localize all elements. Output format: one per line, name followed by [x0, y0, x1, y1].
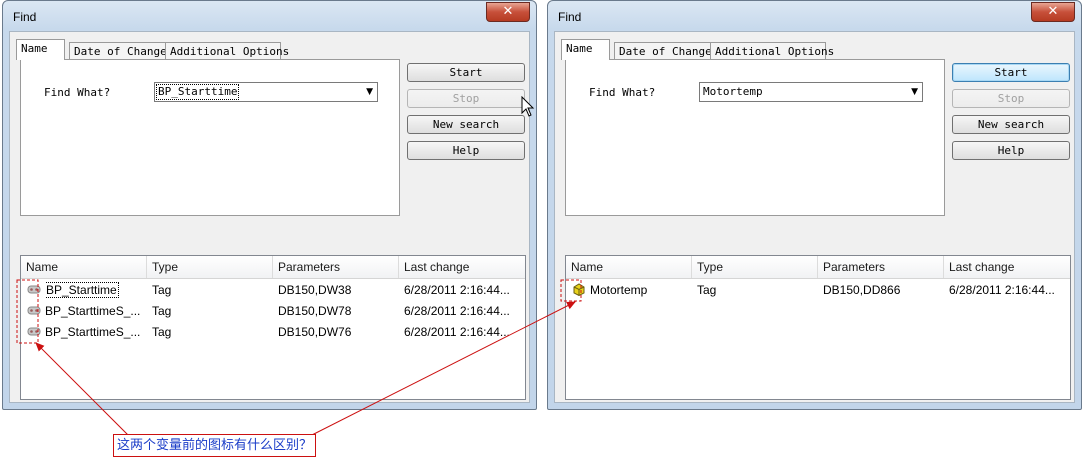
highlight-box-right-icon [560, 279, 582, 302]
annotation-arrows [16, 279, 582, 438]
arrow-to-right-icon [307, 301, 576, 438]
tab-name[interactable]: Name [561, 39, 610, 60]
tab-name[interactable]: Name [16, 39, 65, 60]
highlight-box-left-icons [16, 279, 39, 344]
arrow-to-left-icons [35, 342, 131, 438]
annotation-note: 这两个变量前的图标有什么区别？ [113, 434, 317, 457]
